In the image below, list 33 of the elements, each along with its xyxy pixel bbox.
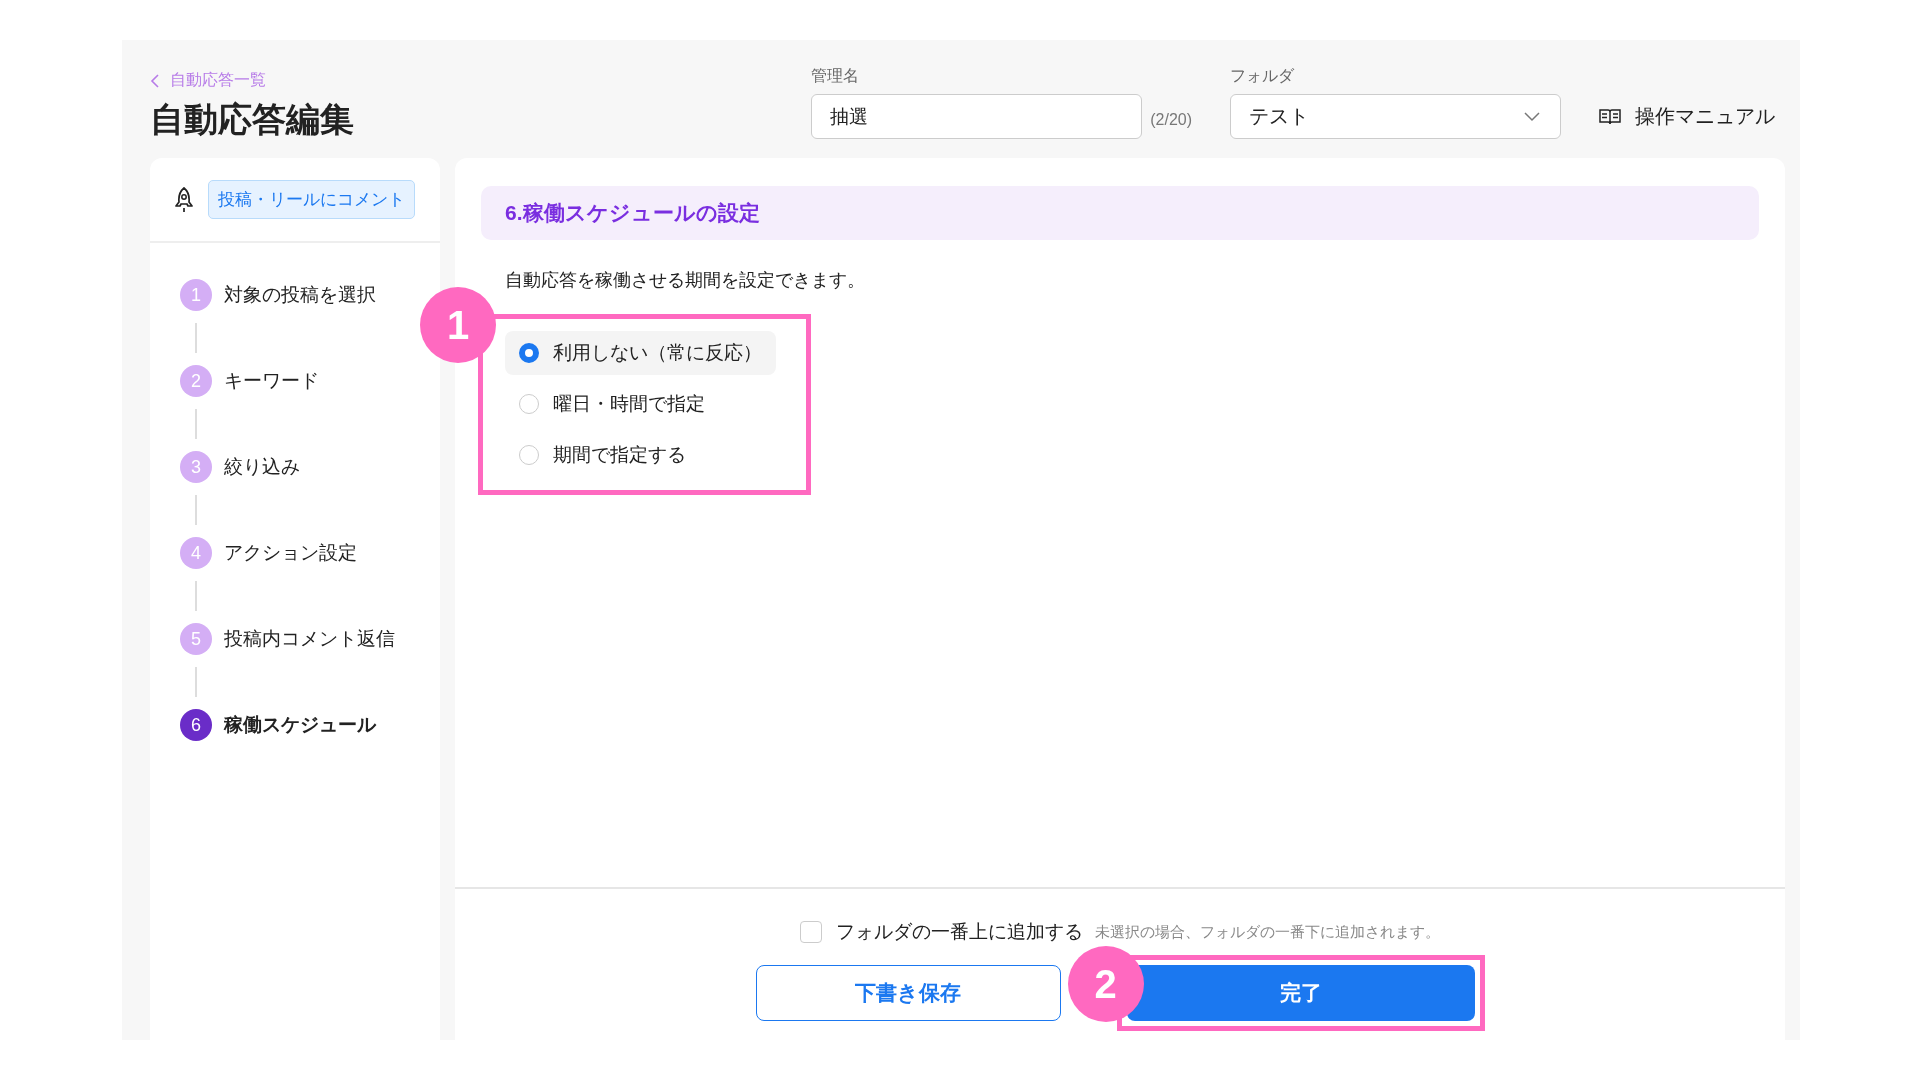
section-title: 6.稼働スケジュールの設定 xyxy=(481,186,1759,240)
section-description: 自動応答を稼働させる期間を設定できます。 xyxy=(505,269,866,292)
step-item[interactable]: 6 稼働スケジュール xyxy=(180,708,376,742)
field-label: 管理名 xyxy=(811,66,861,86)
step-item[interactable]: 5 投稿内コメント返信 xyxy=(180,622,395,656)
step-item[interactable]: 3 絞り込み xyxy=(180,450,300,484)
checkbox[interactable] xyxy=(800,921,822,943)
rocket-icon xyxy=(172,186,196,213)
checkbox-hint: 未選択の場合、フォルダの一番下に追加されます。 xyxy=(1095,922,1440,942)
field-label: フォルダ xyxy=(1230,66,1295,86)
trigger-tag: 投稿・リールにコメント xyxy=(208,180,415,219)
step-number-marker: 2 xyxy=(1067,946,1144,1022)
radio-button[interactable] xyxy=(519,343,539,363)
step-item[interactable]: 2 キーワード xyxy=(180,364,319,398)
radio-button[interactable] xyxy=(519,445,539,465)
complete-button[interactable]: 完了 xyxy=(1126,965,1475,1021)
step-item[interactable]: 1 対象の投稿を選択 xyxy=(180,278,376,312)
save-draft-button[interactable]: 下書き保存 xyxy=(755,965,1061,1021)
page-title: 自動応答編集 xyxy=(150,99,354,140)
radio-button[interactable] xyxy=(519,394,539,414)
folder-select[interactable]: テスト xyxy=(1230,94,1561,139)
book-icon xyxy=(1599,108,1621,125)
step-number-marker: 1 xyxy=(420,287,496,363)
schedule-option[interactable]: 曜日・時間で指定 xyxy=(505,382,719,426)
step-item[interactable]: 4 アクション設定 xyxy=(180,536,357,570)
checkbox-label: フォルダの一番上に追加する xyxy=(836,920,1083,944)
name-input-field[interactable]: 抽選 xyxy=(811,94,1143,139)
chevron-down-icon xyxy=(1524,111,1540,122)
character-counter: (2/20) xyxy=(1150,111,1192,130)
chevron-left-icon xyxy=(150,73,160,88)
schedule-option[interactable]: 期間で指定する xyxy=(505,433,700,477)
manual-link[interactable]: 操作マニュアル xyxy=(1599,94,1775,139)
schedule-option[interactable]: 利用しない（常に反応） xyxy=(505,331,776,375)
